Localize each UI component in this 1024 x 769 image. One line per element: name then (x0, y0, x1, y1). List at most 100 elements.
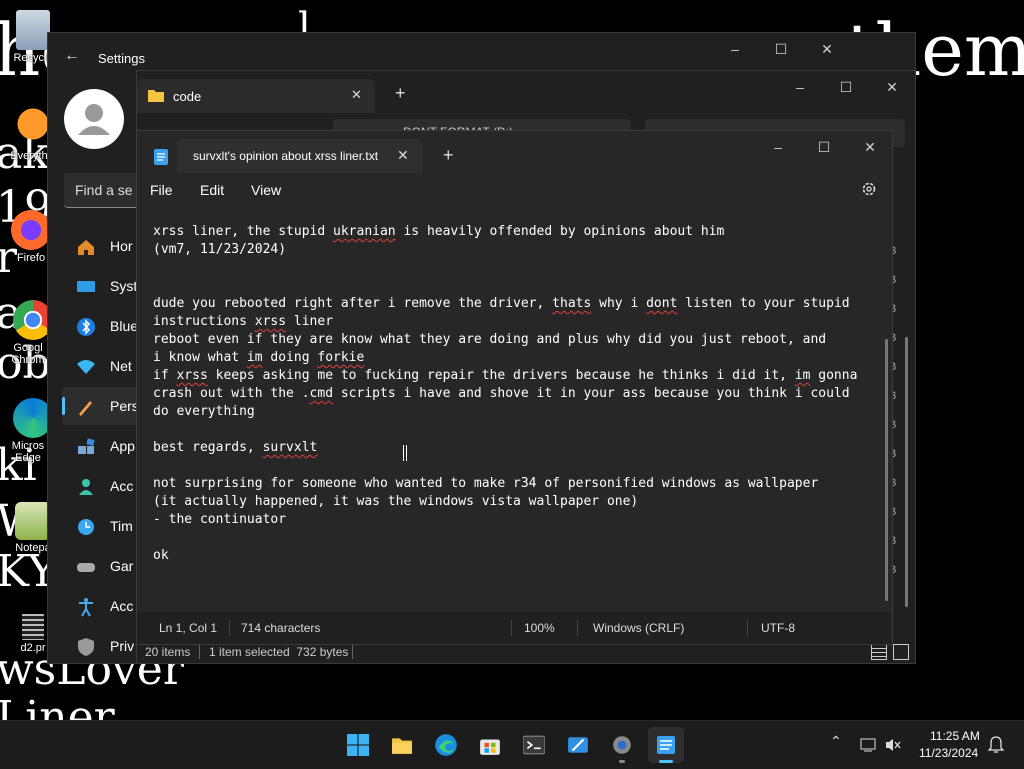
system-icon (77, 281, 95, 292)
avatar[interactable] (64, 89, 124, 149)
notepad-icon (657, 736, 675, 754)
edge-icon (435, 734, 457, 756)
explorer-tab-title: code (173, 89, 202, 104)
back-arrow-icon[interactable]: ← (64, 47, 80, 65)
taskbar-notepad[interactable] (648, 727, 684, 763)
notepad-window[interactable]: survxlt's opinion about xrss liner.txt ✕… (136, 130, 893, 645)
status-divider (747, 620, 748, 636)
recycle-bin-icon (16, 10, 50, 50)
running-indicator (619, 760, 625, 763)
taskbar-paint[interactable] (560, 727, 596, 763)
gear-icon[interactable] (861, 181, 877, 197)
settings-maximize-button[interactable]: ☐ (758, 33, 804, 65)
apps-icon (78, 438, 95, 454)
nav-item-label: Blue (110, 318, 139, 334)
notepad-minimize-button[interactable]: – (755, 131, 801, 163)
taskbar: ⌃ 11:25 AM 11/23/2024 (0, 720, 1024, 769)
store-icon (480, 739, 500, 755)
notepad-tab-title: survxlt's opinion about xrss liner.txt (193, 149, 379, 163)
nav-item-label: Acc (110, 598, 134, 614)
status-divider (229, 620, 230, 636)
windows-logo-icon (347, 734, 369, 756)
notepad-app-icon (154, 149, 168, 165)
taskbar-edge[interactable] (428, 727, 464, 763)
item-count: 20 items (145, 645, 191, 659)
terminal-icon (523, 735, 545, 755)
details-view-icon[interactable] (871, 644, 887, 660)
text-cursor-icon (403, 445, 407, 461)
tiles-view-icon[interactable] (893, 644, 909, 660)
notepad-tab[interactable]: survxlt's opinion about xrss liner.txt ✕ (177, 139, 422, 173)
volume-muted-icon[interactable] (884, 737, 902, 753)
settings-close-button[interactable]: ✕ (804, 33, 850, 65)
clock-time[interactable]: 11:25 AM (930, 729, 980, 743)
everything-icon (9, 108, 49, 148)
nav-item-label: Acc (110, 478, 134, 494)
status-divider (199, 645, 200, 659)
paint-icon (568, 737, 588, 753)
explorer-close-button[interactable]: ✕ (869, 71, 915, 103)
explorer-minimize-button[interactable]: – (777, 71, 823, 103)
notepad-icon (15, 502, 51, 540)
explorer-maximize-button[interactable]: ☐ (823, 71, 869, 103)
network-icon[interactable] (860, 737, 878, 753)
firefox-icon (11, 210, 51, 250)
search-input[interactable]: Find a se (75, 182, 133, 198)
close-tab-icon[interactable]: ✕ (351, 87, 362, 103)
character-count: 714 characters (241, 621, 321, 635)
status-divider (577, 620, 578, 636)
chevron-up-icon[interactable]: ⌃ (830, 733, 842, 750)
brush-icon (79, 401, 92, 416)
menu-view[interactable]: View (251, 182, 281, 198)
editor-scrollbar[interactable] (885, 339, 888, 601)
wifi-icon (77, 360, 95, 374)
zoom-level[interactable]: 100% (524, 621, 555, 635)
nav-item-label: Pers (110, 398, 139, 414)
bluetooth-icon (77, 318, 95, 336)
explorer-tab[interactable]: code ✕ (137, 79, 375, 113)
desktop-icon-label: Googl Chrom (11, 342, 45, 366)
nav-item-label: Gar (110, 558, 134, 574)
accessibility-icon (79, 598, 93, 617)
file-icon (22, 614, 44, 640)
new-tab-button[interactable]: + (443, 145, 454, 166)
close-tab-icon[interactable]: ✕ (397, 147, 409, 164)
settings-title: Settings (98, 51, 145, 66)
editor-content[interactable]: xrss liner, the stupid ukranian is heavi… (153, 223, 857, 565)
cursor-position: Ln 1, Col 1 (159, 621, 218, 635)
active-indicator (659, 760, 673, 763)
folder-icon (392, 738, 412, 754)
line-ending[interactable]: Windows (CRLF) (593, 621, 684, 635)
notepad-maximize-button[interactable]: ☐ (801, 131, 847, 163)
folder-icon (148, 90, 164, 102)
notepad-close-button[interactable]: ✕ (847, 131, 893, 163)
gamepad-icon (77, 563, 95, 572)
taskbar-terminal[interactable] (516, 727, 552, 763)
nav-item-label: Hor (110, 238, 133, 254)
shield-icon (78, 638, 94, 656)
taskbar-file-explorer[interactable] (384, 727, 420, 763)
menu-edit[interactable]: Edit (200, 182, 224, 198)
notification-bell-icon[interactable] (988, 736, 1004, 754)
nav-item-label: App (110, 438, 135, 454)
new-tab-button[interactable]: + (395, 83, 406, 104)
status-divider (511, 620, 512, 636)
taskbar-store[interactable] (472, 727, 508, 763)
taskbar-settings[interactable] (604, 727, 640, 763)
status-divider (352, 645, 353, 659)
user-icon (78, 104, 110, 135)
selection-info: 1 item selected 732 bytes (209, 645, 349, 659)
nav-item-label: Net (110, 358, 132, 374)
nav-item-label: Syst (110, 278, 138, 294)
start-button[interactable] (340, 727, 376, 763)
clock-date[interactable]: 11/23/2024 (919, 746, 978, 760)
notepad-statusbar: Ln 1, Col 1 714 characters 100% Windows … (137, 612, 891, 644)
desktop-icon-label: Micros Edge (11, 440, 45, 464)
gear-icon (613, 736, 631, 754)
settings-minimize-button[interactable]: – (712, 33, 758, 65)
explorer-scrollbar[interactable] (905, 337, 908, 607)
account-icon (79, 479, 93, 495)
encoding[interactable]: UTF-8 (761, 621, 795, 635)
text-editor[interactable]: xrss liner, the stupid ukranian is heavi… (137, 211, 891, 611)
menu-file[interactable]: File (150, 182, 173, 198)
